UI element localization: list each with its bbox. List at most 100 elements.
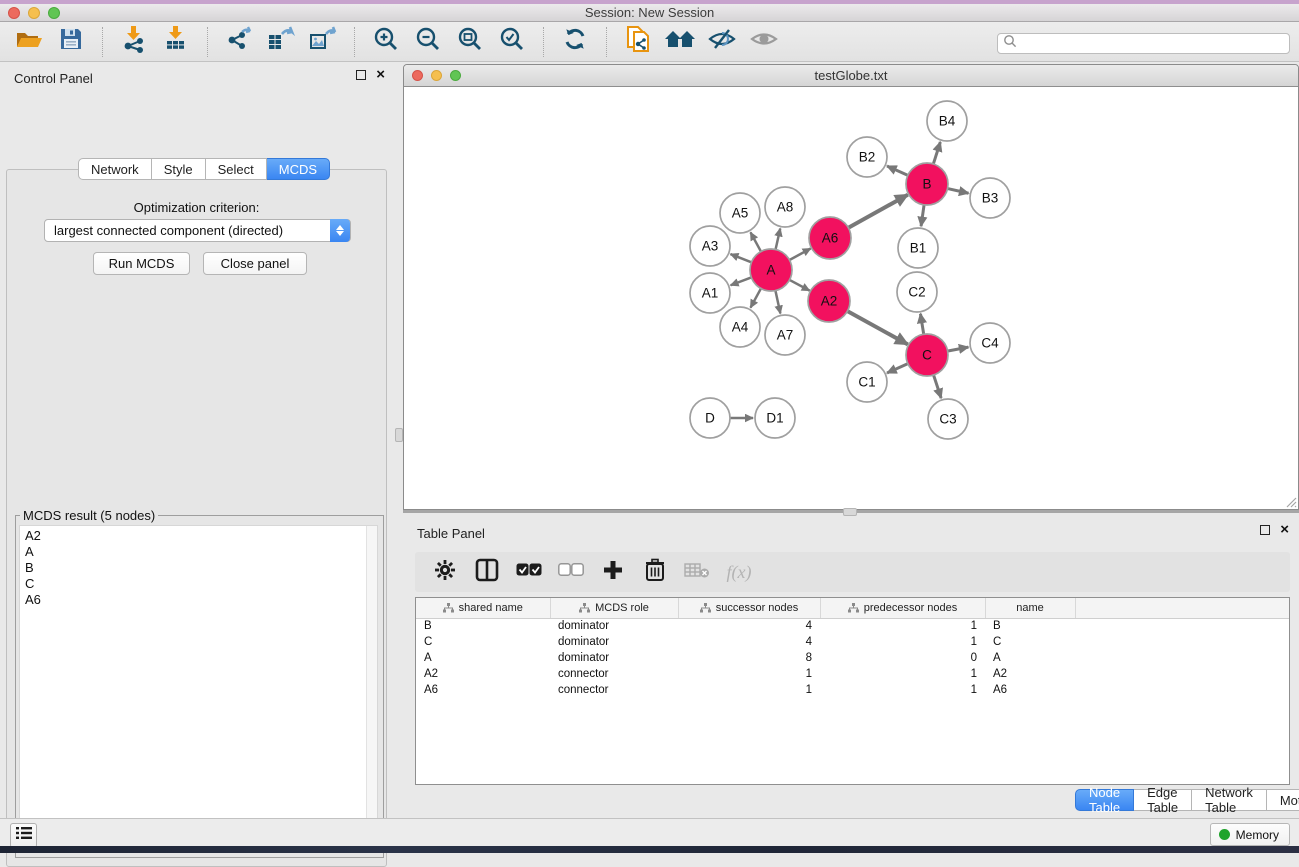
float-table-panel-icon[interactable] bbox=[1260, 525, 1270, 535]
edge-C-C3[interactable] bbox=[933, 374, 941, 398]
node-A1[interactable]: A1 bbox=[690, 273, 730, 313]
node-C2[interactable]: C2 bbox=[897, 272, 937, 312]
network-canvas[interactable]: B4B2BB3A5A8A6A3B1AA1C2A2A4A7C4CC1C3DD1 bbox=[404, 87, 1298, 509]
table-row[interactable]: Bdominator41B bbox=[416, 618, 1290, 634]
hide-graphics-details-button[interactable] bbox=[705, 26, 739, 58]
tab-node-table[interactable]: Node Table bbox=[1075, 789, 1134, 811]
zoom-in-button[interactable] bbox=[369, 26, 403, 58]
node-D1[interactable]: D1 bbox=[755, 398, 795, 438]
create-column-button[interactable] bbox=[599, 558, 627, 586]
network-close-button[interactable] bbox=[412, 70, 423, 81]
mcds-result-item[interactable]: A2 bbox=[25, 528, 377, 544]
edge-A-A1[interactable] bbox=[731, 277, 753, 285]
edge-C-C1[interactable] bbox=[887, 363, 909, 373]
export-table-button[interactable] bbox=[264, 26, 298, 58]
save-session-button[interactable] bbox=[54, 26, 88, 58]
node-C[interactable]: C bbox=[906, 334, 948, 376]
result-scrollbar[interactable] bbox=[366, 526, 377, 850]
close-panel-button[interactable]: Close panel bbox=[203, 252, 307, 275]
show-columns-button[interactable] bbox=[473, 558, 501, 586]
close-table-panel-icon[interactable]: × bbox=[1280, 525, 1289, 535]
tab-select[interactable]: Select bbox=[206, 158, 267, 180]
node-A6[interactable]: A6 bbox=[809, 217, 851, 259]
run-mcds-button[interactable]: Run MCDS bbox=[93, 252, 190, 275]
resize-grip-icon[interactable] bbox=[1283, 494, 1297, 508]
edge-C-C4[interactable] bbox=[947, 347, 969, 351]
column-header-successor-nodes[interactable]: successor nodes bbox=[678, 598, 820, 618]
refresh-button[interactable] bbox=[558, 26, 592, 58]
mcds-result-item[interactable]: B bbox=[25, 560, 377, 576]
node-A2[interactable]: A2 bbox=[808, 280, 850, 322]
node-A4[interactable]: A4 bbox=[720, 307, 760, 347]
edge-A6-B[interactable] bbox=[847, 195, 907, 229]
node-B[interactable]: B bbox=[906, 163, 948, 205]
table-row[interactable]: Cdominator41C bbox=[416, 634, 1290, 650]
tab-network-table[interactable]: Network Table bbox=[1192, 789, 1267, 811]
edge-B-B4[interactable] bbox=[933, 142, 940, 165]
zoom-selected-button[interactable] bbox=[495, 26, 529, 58]
edge-B-B1[interactable] bbox=[921, 204, 924, 226]
close-window-button[interactable] bbox=[8, 7, 20, 19]
node-B1[interactable]: B1 bbox=[898, 228, 938, 268]
edge-A-A8[interactable] bbox=[775, 228, 780, 250]
edge-A-A4[interactable] bbox=[751, 288, 762, 308]
node-A7[interactable]: A7 bbox=[765, 315, 805, 355]
edge-A-A2[interactable] bbox=[789, 279, 810, 290]
tab-edge-table[interactable]: Edge Table bbox=[1134, 789, 1192, 811]
mcds-result-item[interactable]: C bbox=[25, 576, 377, 592]
delete-table-button[interactable] bbox=[683, 558, 711, 586]
zoom-window-button[interactable] bbox=[48, 7, 60, 19]
edge-A-A5[interactable] bbox=[751, 232, 762, 252]
edge-A-A7[interactable] bbox=[775, 290, 780, 314]
clone-network-button[interactable] bbox=[621, 26, 655, 58]
zoom-out-button[interactable] bbox=[411, 26, 445, 58]
edge-A-A6[interactable] bbox=[789, 248, 811, 260]
export-network-button[interactable] bbox=[222, 26, 256, 58]
network-window-titlebar[interactable]: testGlobe.txt bbox=[404, 65, 1298, 87]
node-C4[interactable]: C4 bbox=[970, 323, 1010, 363]
import-network-button[interactable] bbox=[117, 26, 151, 58]
deselect-all-columns-button[interactable] bbox=[557, 558, 585, 586]
column-header-mcds-role[interactable]: MCDS role bbox=[550, 598, 678, 618]
node-A5[interactable]: A5 bbox=[720, 193, 760, 233]
tab-mcds[interactable]: MCDS bbox=[267, 158, 330, 180]
table-settings-button[interactable] bbox=[431, 558, 459, 586]
column-header-name[interactable]: name bbox=[985, 598, 1075, 618]
column-header-shared-name[interactable]: shared name bbox=[416, 598, 550, 618]
tab-style[interactable]: Style bbox=[152, 158, 206, 180]
function-builder-button[interactable]: f(x) bbox=[725, 558, 753, 586]
minimize-window-button[interactable] bbox=[28, 7, 40, 19]
node-B2[interactable]: B2 bbox=[847, 137, 887, 177]
mcds-result-list[interactable]: A2 A B C A6 bbox=[19, 525, 378, 851]
network-zoom-button[interactable] bbox=[450, 70, 461, 81]
criterion-dropdown[interactable]: largest connected component (directed) bbox=[44, 219, 351, 242]
edge-A-A3[interactable] bbox=[730, 254, 752, 263]
node-A[interactable]: A bbox=[750, 249, 792, 291]
table-row[interactable]: A6connector11A6 bbox=[416, 682, 1290, 698]
mcds-result-item[interactable]: A6 bbox=[25, 592, 377, 608]
vertical-splitter-handle[interactable] bbox=[395, 428, 403, 442]
memory-button[interactable]: Memory bbox=[1210, 823, 1290, 846]
node-C1[interactable]: C1 bbox=[847, 362, 887, 402]
horizontal-splitter-handle[interactable] bbox=[843, 508, 857, 516]
float-panel-icon[interactable] bbox=[356, 70, 366, 80]
edge-C-C2[interactable] bbox=[920, 314, 923, 336]
edge-B-B2[interactable] bbox=[887, 166, 909, 176]
network-graph[interactable]: B4B2BB3A5A8A6A3B1AA1C2A2A4A7C4CC1C3DD1 bbox=[404, 87, 1298, 509]
delete-column-button[interactable] bbox=[641, 558, 669, 586]
import-table-button[interactable] bbox=[159, 26, 193, 58]
search-input[interactable] bbox=[1021, 34, 1289, 53]
edge-A2-C[interactable] bbox=[847, 311, 908, 345]
node-B3[interactable]: B3 bbox=[970, 178, 1010, 218]
home-networks-button[interactable] bbox=[663, 26, 697, 58]
task-history-button[interactable] bbox=[10, 823, 37, 848]
open-session-button[interactable] bbox=[12, 26, 46, 58]
tab-network[interactable]: Network bbox=[78, 158, 152, 180]
close-panel-icon[interactable]: × bbox=[376, 70, 385, 80]
search-box[interactable] bbox=[997, 33, 1290, 54]
select-all-columns-button[interactable] bbox=[515, 558, 543, 586]
show-graphics-details-button[interactable] bbox=[747, 26, 781, 58]
node-D[interactable]: D bbox=[690, 398, 730, 438]
mcds-result-item[interactable]: A bbox=[25, 544, 377, 560]
tab-motifs[interactable]: Motifs bbox=[1267, 789, 1299, 811]
